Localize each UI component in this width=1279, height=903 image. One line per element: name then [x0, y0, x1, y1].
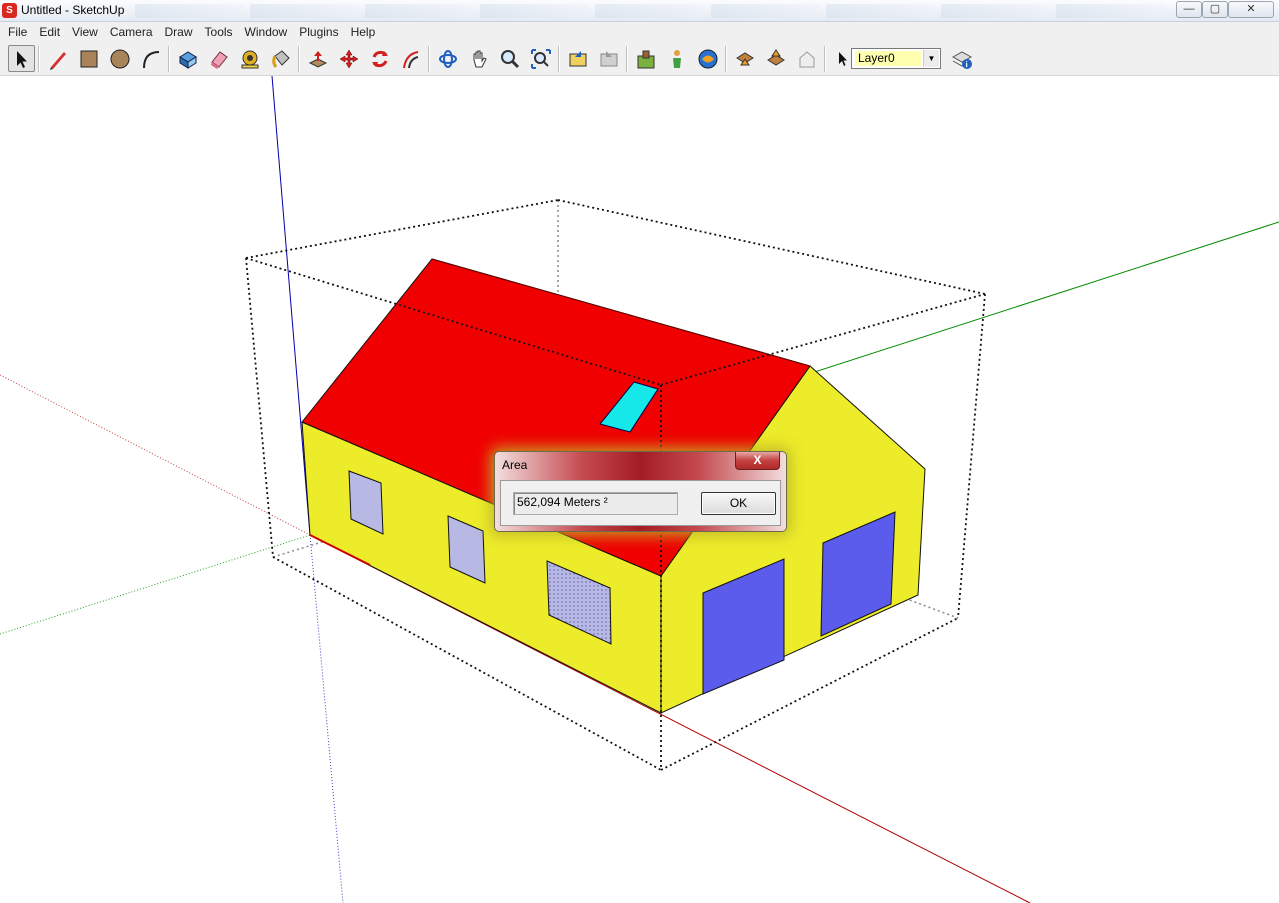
- background-taskbar-tabs: [135, 4, 1165, 18]
- layer-dropdown[interactable]: Layer0 ▼: [851, 48, 941, 69]
- share-component-icon: [799, 50, 814, 67]
- share-model-icon: [766, 48, 785, 66]
- get-models-icon: [735, 51, 754, 65]
- circle-icon: [110, 49, 129, 68]
- share-model-tool-button[interactable]: [762, 45, 789, 72]
- ghost-tab: [710, 4, 820, 18]
- red-axis-dotted: [0, 374, 311, 536]
- share-component-tool-button[interactable]: [793, 45, 820, 72]
- arc-tool-button[interactable]: [137, 45, 164, 72]
- circle-tool-button[interactable]: [106, 45, 133, 72]
- chevron-down-icon[interactable]: ▼: [923, 50, 939, 67]
- zoom-extents-tool-button[interactable]: [527, 45, 554, 72]
- dialog-title: Area: [502, 458, 528, 472]
- layers-info-icon: i: [951, 50, 972, 69]
- blue-axis-dotted: [309, 534, 344, 903]
- ghost-tab: [1055, 4, 1165, 18]
- zoom-tool-button[interactable]: [496, 45, 523, 72]
- dialog-body: 562,094 Meters ² OK: [500, 480, 781, 526]
- layer-manager-button[interactable]: i: [948, 45, 975, 72]
- layer-selected-value: Layer0: [855, 51, 921, 66]
- close-window-button[interactable]: ✕: [1228, 1, 1274, 18]
- google-earth-tool-button[interactable]: [694, 45, 721, 72]
- menu-window[interactable]: Window: [239, 22, 294, 42]
- ghost-tab: [365, 4, 475, 18]
- area-value-field[interactable]: 562,094 Meters ²: [513, 492, 678, 515]
- minimize-button[interactable]: —: [1176, 1, 1202, 18]
- eraser-icon: [210, 50, 228, 69]
- arrow-cursor-icon: [16, 50, 27, 68]
- next-view-tool-button[interactable]: [595, 45, 622, 72]
- title-bar: S Untitled - SketchUp — ▢ ✕: [0, 0, 1279, 22]
- ok-button[interactable]: OK: [701, 492, 776, 515]
- previous-view-icon: [569, 50, 586, 66]
- menu-draw[interactable]: Draw: [159, 22, 199, 42]
- rectangle-icon: [80, 50, 97, 67]
- rotate-icon: [371, 50, 388, 67]
- add-location-tool-button[interactable]: [632, 45, 659, 72]
- orbit-icon: [438, 49, 457, 68]
- tape-measure-tool-button[interactable]: [236, 45, 263, 72]
- position-camera-tool-button[interactable]: [663, 45, 690, 72]
- menu-file[interactable]: File: [2, 22, 33, 42]
- blue-axis: [271, 76, 311, 536]
- ghost-tab: [940, 4, 1050, 18]
- offset-icon: [402, 50, 418, 68]
- paint-bucket-tool-button[interactable]: [267, 45, 294, 72]
- menu-tools[interactable]: Tools: [199, 22, 239, 42]
- menu-camera[interactable]: Camera: [104, 22, 159, 42]
- offset-tool-button[interactable]: [397, 45, 424, 72]
- area-dialog: Area X 562,094 Meters ² OK: [494, 451, 787, 532]
- ghost-tab: [135, 4, 245, 18]
- globe-icon: [698, 49, 717, 68]
- select-tool-button[interactable]: [8, 45, 35, 72]
- push-pull-tool-button[interactable]: [304, 45, 331, 72]
- move-tool-button[interactable]: [335, 45, 362, 72]
- paint-bucket-icon: [271, 49, 290, 68]
- magnifier-icon: [500, 49, 519, 68]
- previous-view-tool-button[interactable]: [564, 45, 591, 72]
- pencil-icon: [49, 51, 66, 70]
- next-view-icon: [600, 50, 617, 66]
- maximize-button[interactable]: ▢: [1202, 1, 1228, 18]
- menu-plugins[interactable]: Plugins: [293, 22, 344, 42]
- sketchup-logo-icon: S: [2, 3, 17, 18]
- menu-edit[interactable]: Edit: [33, 22, 66, 42]
- window-title: Untitled - SketchUp: [21, 3, 125, 17]
- person-icon: [672, 49, 681, 68]
- ghost-tab: [480, 4, 590, 18]
- add-location-icon: [637, 50, 654, 68]
- zoom-extents-icon: [530, 48, 551, 69]
- move-arrows-icon: [339, 49, 358, 68]
- dialog-close-button[interactable]: X: [735, 452, 780, 470]
- ghost-tab: [250, 4, 360, 18]
- rectangle-tool-button[interactable]: [75, 45, 102, 72]
- layer-cursor-icon: [833, 47, 851, 69]
- menu-help[interactable]: Help: [345, 22, 382, 42]
- green-axis-dotted: [0, 534, 311, 635]
- rotate-tool-button[interactable]: [366, 45, 393, 72]
- get-models-tool-button[interactable]: [731, 45, 758, 72]
- pencil-line-tool-button[interactable]: [44, 45, 71, 72]
- eraser-tool-button[interactable]: [205, 45, 232, 72]
- main-toolbar: i: [0, 42, 1279, 76]
- push-pull-icon: [308, 50, 327, 68]
- pan-tool-button[interactable]: [465, 45, 492, 72]
- hand-icon: [473, 50, 487, 67]
- component-icon: [178, 50, 197, 69]
- tape-measure-icon: [241, 50, 258, 68]
- menu-view[interactable]: View: [66, 22, 104, 42]
- make-component-tool-button[interactable]: [174, 45, 201, 72]
- menu-bar: File Edit View Camera Draw Tools Window …: [0, 22, 1279, 42]
- arc-icon: [142, 50, 159, 68]
- ghost-tab: [825, 4, 935, 18]
- orbit-tool-button[interactable]: [434, 45, 461, 72]
- ghost-tab: [595, 4, 705, 18]
